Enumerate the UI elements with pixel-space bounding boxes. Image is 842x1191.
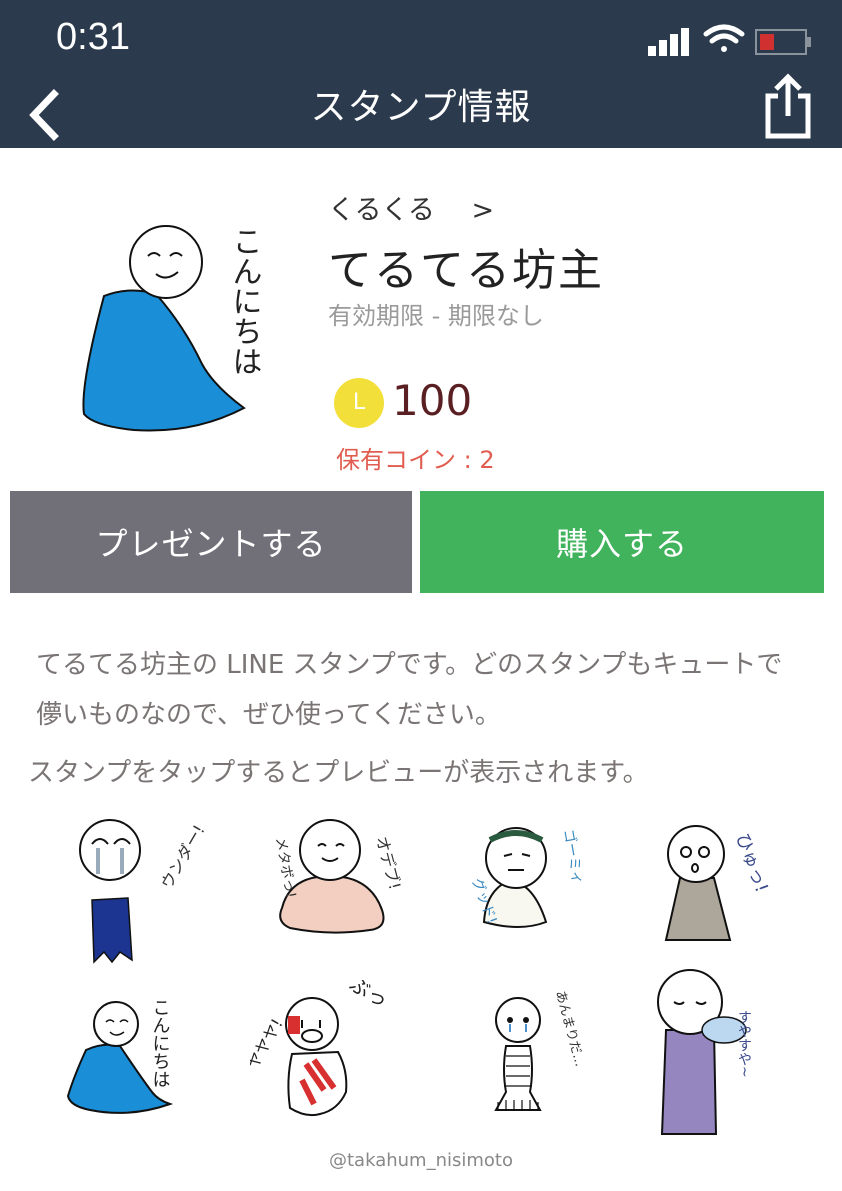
product-info: こんにちは くるくる > てるてる坊主 有効期限 - 期限なし L 100 保有… <box>0 148 842 488</box>
status-icons <box>648 22 828 62</box>
sticker-4[interactable]: ひゅっ! <box>640 810 820 970</box>
product-title: てるてる坊主 <box>328 245 604 296</box>
price: 100 <box>392 376 473 425</box>
sticker-3[interactable]: ゴーミィ グッド! <box>460 810 640 970</box>
sticker-text: ひゅっ! <box>731 831 772 896</box>
description: てるてる坊主の LINE スタンプです。どのスタンプもキュートで 儚いものなので… <box>36 640 816 740</box>
sticker-text: こんにちは <box>150 998 171 1088</box>
author-name: くるくる <box>328 195 435 226</box>
main-sticker-image: こんにちは <box>74 186 294 456</box>
sticker-8[interactable]: すやすや~ <box>640 960 820 1140</box>
sticker-1[interactable]: ウンダー! <box>60 810 240 970</box>
preview-hint: スタンプをタップするとプレビューが表示されます。 <box>28 758 649 788</box>
sticker-text: ウンダー! <box>157 822 209 892</box>
sticker-2[interactable]: オデブ! メタボっ! <box>260 810 440 970</box>
sticker-5[interactable]: こんにちは <box>60 980 240 1140</box>
sticker-grid: ウンダー! オデブ! メタボっ! ゴーミィ グッド! ひゅっ! こんにちは ぶっ… <box>40 810 820 1140</box>
battery-icon <box>755 29 811 55</box>
chevron-right-icon: > <box>471 195 495 226</box>
sticker-text: ぶっ <box>346 980 393 1012</box>
author-credit: @takahum_nisimoto <box>329 1150 513 1171</box>
sticker-text: ヤヤヤ! <box>250 1015 287 1072</box>
coin-icon: L <box>334 378 384 428</box>
status-time: 0:31 <box>56 16 130 58</box>
owned-coins: 保有コイン : 2 <box>336 446 495 474</box>
signal-icon <box>648 28 689 56</box>
sticker-text: オデブ! <box>372 834 404 891</box>
validity-text: 有効期限 - 期限なし <box>328 302 544 330</box>
gift-button[interactable]: プレゼントする <box>10 491 412 593</box>
description-line: てるてる坊主の LINE スタンプです。どのスタンプもキュートで <box>36 650 783 680</box>
sticker-6[interactable]: ぶっ ヤヤヤ! <box>243 972 430 1140</box>
share-button[interactable] <box>760 72 816 140</box>
buy-button[interactable]: 購入する <box>420 491 824 593</box>
sticker-text: あんまりだ… <box>552 989 587 1068</box>
sticker-text: ゴーミィ <box>560 828 586 886</box>
sticker-text: すやすや~ <box>736 1010 752 1078</box>
page-title: スタンプ情報 <box>310 87 532 128</box>
sticker-7[interactable]: あんまりだ… <box>460 980 640 1140</box>
wifi-icon <box>703 24 745 52</box>
description-line: 儚いものなので、ぜひ使ってください。 <box>36 700 501 730</box>
share-icon <box>765 73 811 139</box>
sticker-text: メタボっ! <box>272 836 298 899</box>
app-header: 0:31 スタンプ情報 <box>0 0 842 148</box>
sticker-text-main: こんにちは <box>227 226 262 376</box>
author-link[interactable]: くるくる > <box>328 188 494 227</box>
